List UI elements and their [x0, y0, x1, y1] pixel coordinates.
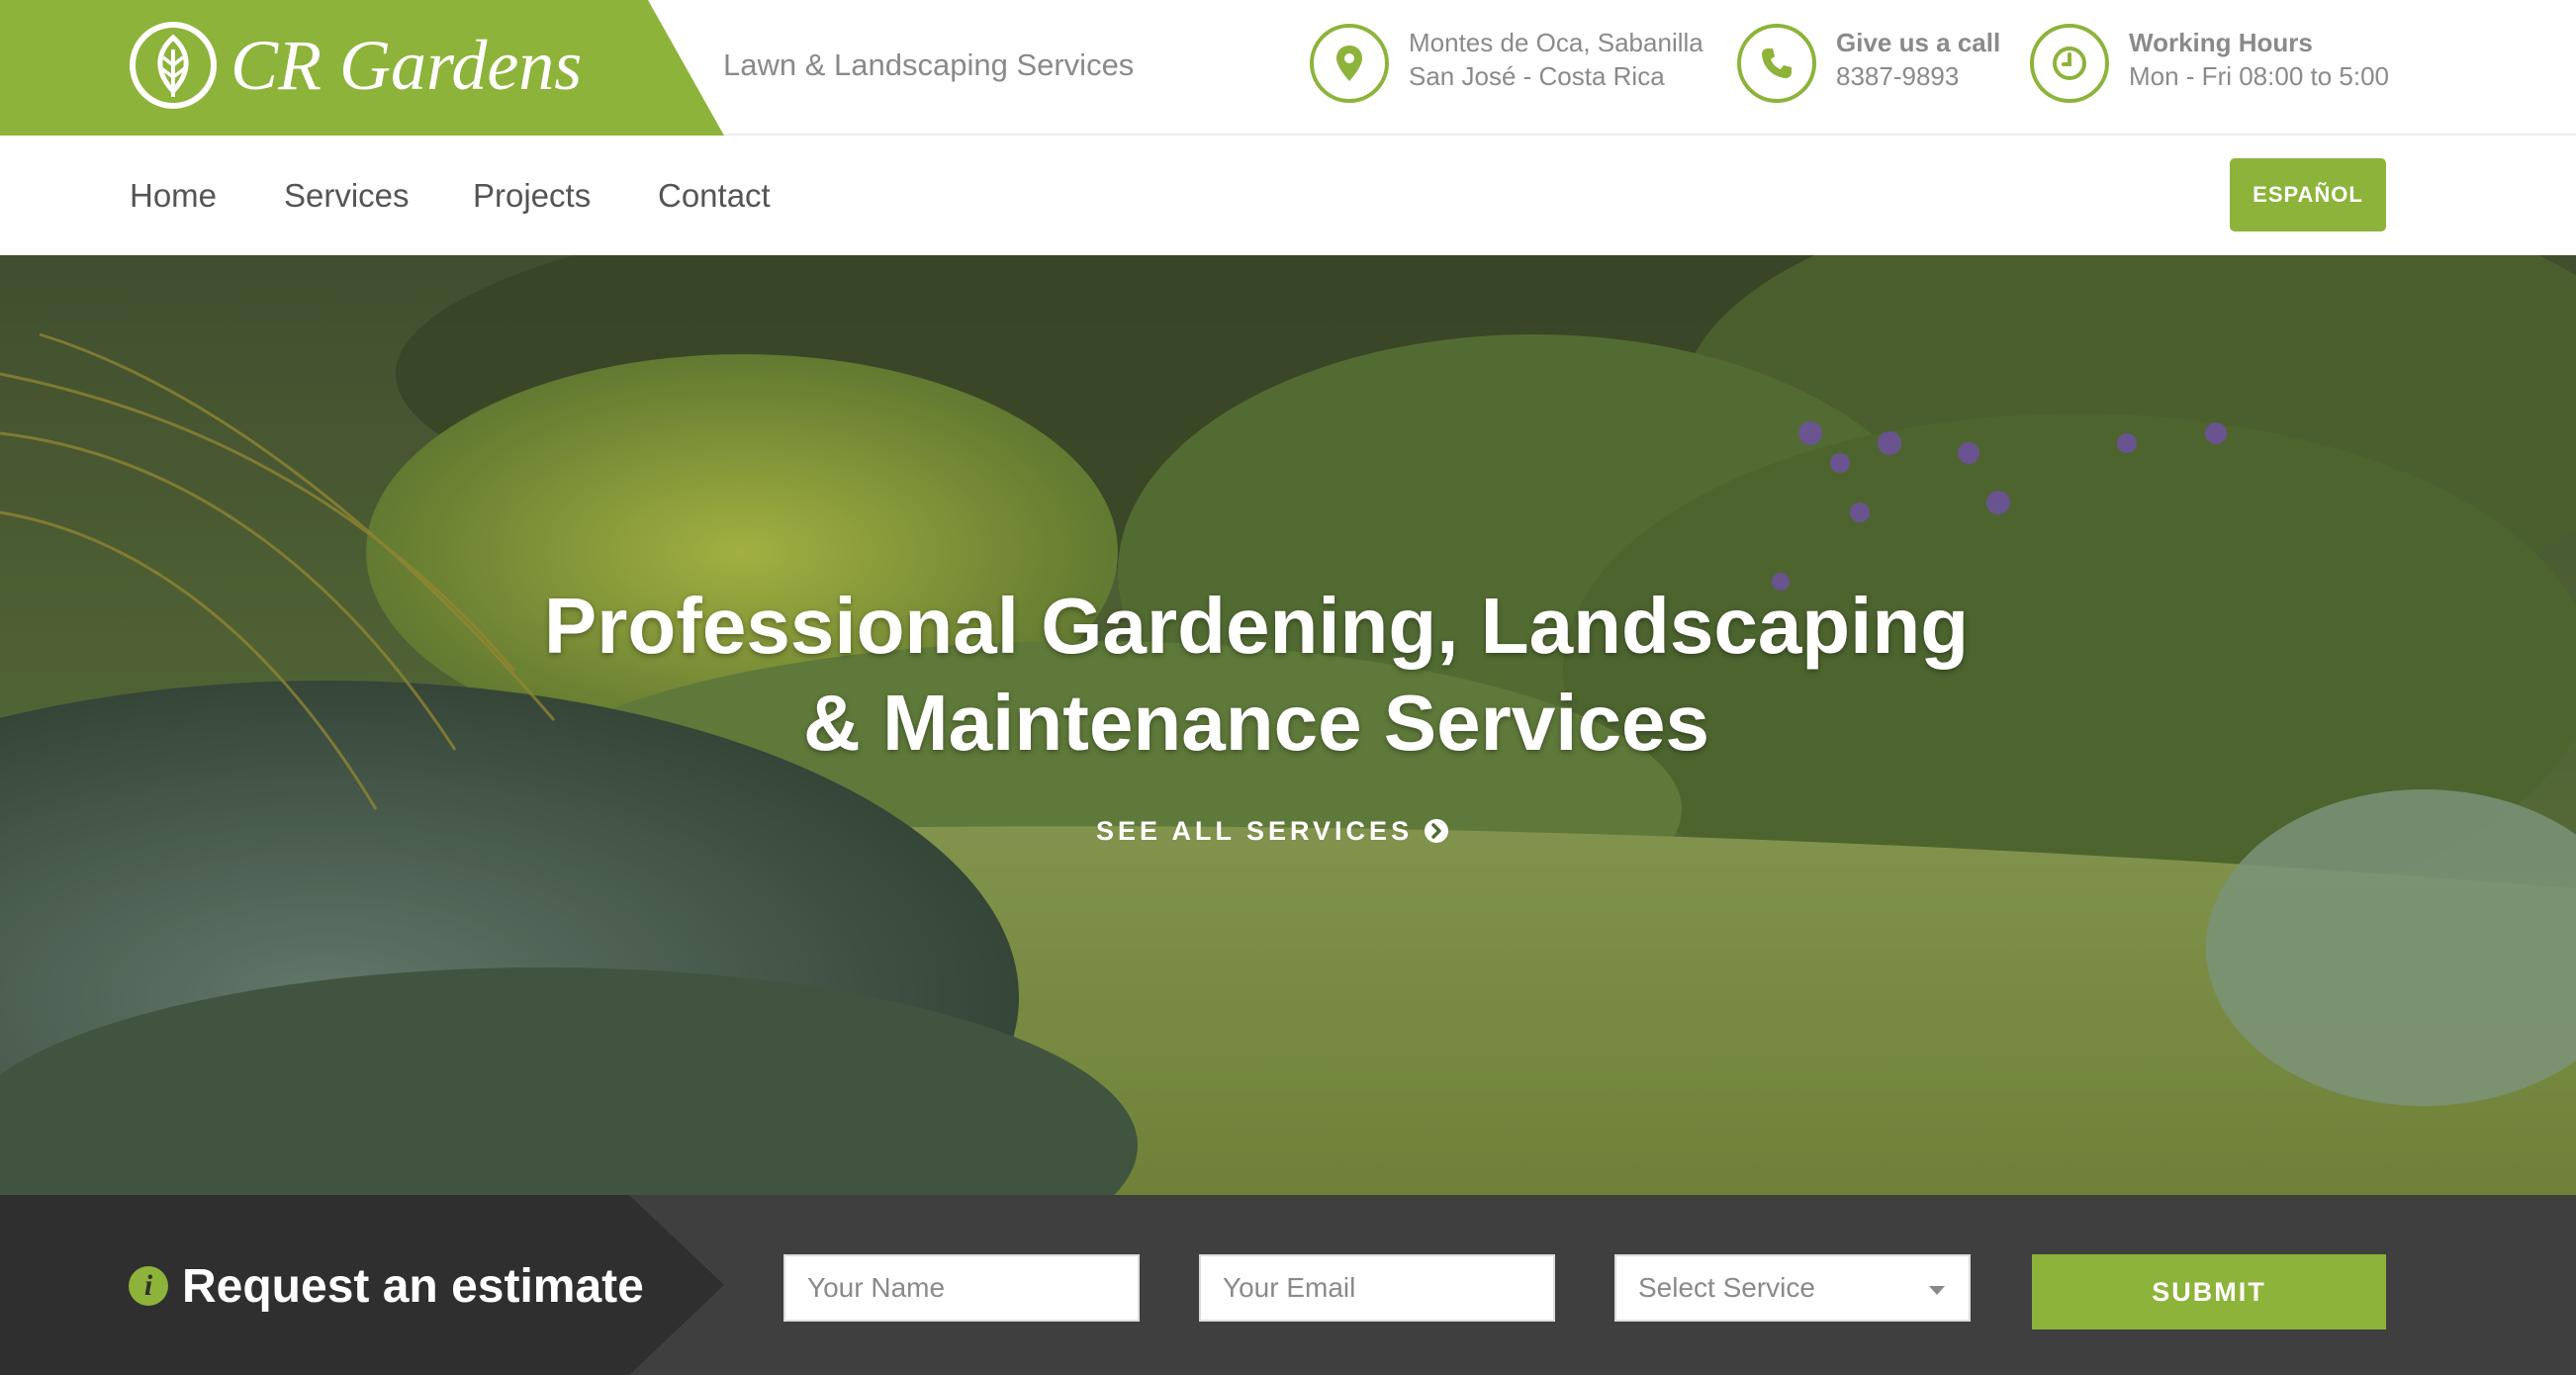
arrow-circle-right-icon — [1425, 819, 1449, 843]
info-circle-icon: i — [129, 1266, 168, 1306]
hero-title: Professional Gardening, Landscaping & Ma… — [0, 578, 2513, 772]
location-line-2: San José - Costa Rica — [1409, 61, 1665, 91]
hours-schedule: Mon - Fri 08:00 to 5:00 — [2129, 61, 2390, 91]
map-pin-icon — [1310, 24, 1389, 103]
language-button[interactable]: ESPAÑOL — [2230, 158, 2386, 231]
nav-item-projects[interactable]: Projects — [473, 173, 591, 219]
nav-item-contact[interactable]: Contact — [658, 173, 771, 219]
phone-number[interactable]: 8387-9893 — [1836, 59, 2000, 93]
submit-button[interactable]: SUBMIT — [2032, 1254, 2386, 1329]
hero-banner: Professional Gardening, Landscaping & Ma… — [0, 255, 2576, 1195]
brand-name: CR Gardens — [230, 26, 583, 105]
service-select-value: Select Service — [1638, 1272, 1815, 1303]
chevron-down-icon — [1929, 1286, 1945, 1295]
service-select[interactable]: Select Service — [1614, 1254, 1971, 1322]
clock-icon — [2030, 24, 2109, 103]
nav-item-services[interactable]: Services — [284, 173, 410, 219]
location-line-1: Montes de Oca, Sabanilla — [1409, 28, 1703, 57]
leaf-icon — [130, 22, 217, 109]
logo-block[interactable]: CR Gardens — [0, 0, 724, 136]
hero-title-line-2: & Maintenance Services — [803, 679, 1709, 767]
see-all-services-link[interactable]: SEE ALL SERVICES — [1096, 811, 1449, 851]
email-input[interactable] — [1199, 1254, 1555, 1322]
name-input[interactable] — [783, 1254, 1140, 1322]
phone-title: Give us a call — [1836, 28, 2001, 57]
estimate-title: Request an estimate — [182, 1259, 644, 1313]
top-header: CR Gardens Lawn & Landscaping Services M… — [0, 0, 2576, 136]
hours-title: Working Hours — [2129, 28, 2313, 57]
hero-title-line-1: Professional Gardening, Landscaping — [543, 582, 1970, 670]
main-navigation: Home Services Projects Contact ESPAÑOL — [0, 136, 2576, 255]
brand-tagline: Lawn & Landscaping Services — [723, 47, 1135, 82]
phone-icon — [1737, 24, 1816, 103]
nav-item-home[interactable]: Home — [130, 173, 217, 219]
see-all-services-label: SEE ALL SERVICES — [1096, 815, 1414, 846]
estimate-heading: i Request an estimate — [129, 1256, 644, 1316]
estimate-request-bar: i Request an estimate Select Service SUB… — [0, 1195, 2576, 1375]
